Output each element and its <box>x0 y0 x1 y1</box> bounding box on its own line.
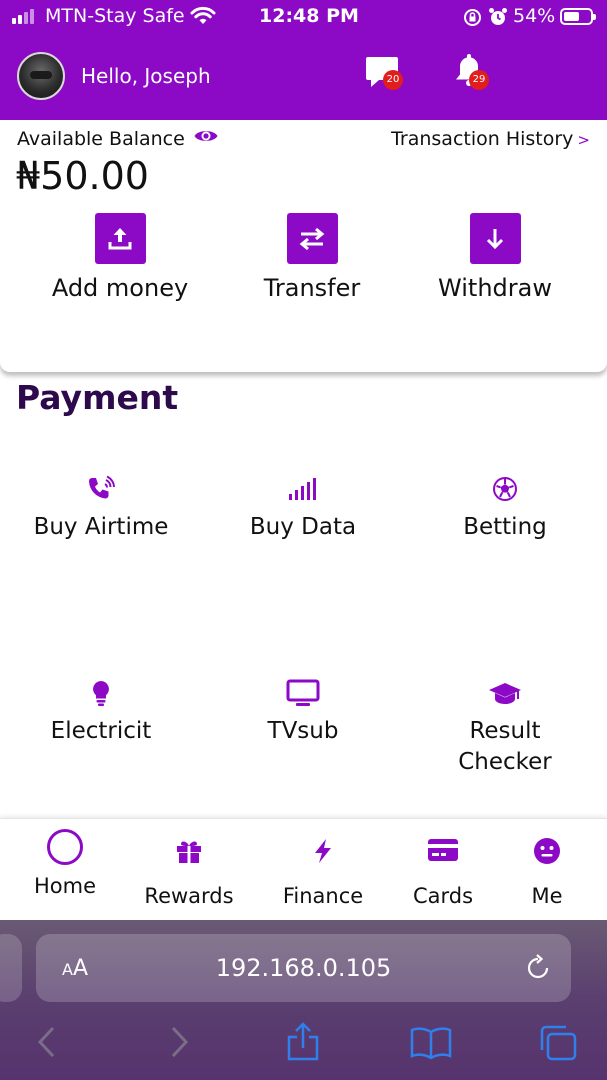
forward-icon[interactable] <box>168 1024 190 1064</box>
home-circle-icon <box>5 829 125 865</box>
betting-label: Betting <box>463 514 547 540</box>
buy-data-tile[interactable]: Buy Data <box>203 474 403 543</box>
balance-label: Available Balance <box>17 128 185 150</box>
greeting-text: Hello, Joseph <box>81 64 211 88</box>
buy-airtime-label: Buy Airtime <box>33 514 169 540</box>
alarm-icon <box>488 7 508 32</box>
buy-airtime-tile[interactable]: Buy Airtime <box>1 474 201 543</box>
transfer-button[interactable]: Transfer <box>222 213 402 302</box>
reload-icon[interactable] <box>525 954 551 986</box>
chevron-right-icon: > <box>577 131 590 149</box>
tv-subscription-label: TVsub <box>267 718 339 744</box>
cellular-signal-icon <box>12 9 34 24</box>
status-bar: MTN-Stay Safe 12:48 PM 54% <box>0 0 607 34</box>
messages-badge: 20 <box>383 70 403 90</box>
eye-icon[interactable] <box>193 126 219 150</box>
withdraw-label: Withdraw <box>438 274 552 302</box>
url-text: 192.168.0.105 <box>215 954 392 982</box>
app-header: MTN-Stay Safe 12:48 PM 54% Hello, Joseph… <box>0 0 607 120</box>
add-money-button[interactable]: Add money <box>30 213 210 302</box>
withdraw-button[interactable]: Withdraw <box>405 213 585 302</box>
lightbulb-icon <box>1 678 201 708</box>
gift-icon <box>129 837 249 865</box>
nav-home[interactable]: Home <box>5 819 125 919</box>
messages-button[interactable]: 20 <box>363 54 405 94</box>
tabs-icon[interactable] <box>538 1024 578 1066</box>
result-checker-tile[interactable]: Result Checker <box>405 678 605 778</box>
rotation-lock-icon <box>463 8 482 32</box>
payment-section-title: Payment <box>16 378 179 417</box>
browser-toolbar: AA 192.168.0.105 <box>0 920 607 1080</box>
signal-bars-icon <box>203 474 403 504</box>
transaction-history-link[interactable]: Transaction History > <box>391 128 590 150</box>
add-money-label: Add money <box>51 274 189 302</box>
wifi-icon <box>190 6 216 31</box>
status-time: 12:48 PM <box>259 5 359 27</box>
balance-card: Available Balance Transaction History > ₦… <box>0 120 607 372</box>
soccer-ball-icon <box>405 474 605 504</box>
phone-ringing-icon <box>1 474 201 504</box>
bottom-navigation: Home Rewards Finance Cards Me <box>0 818 607 920</box>
notifications-badge: 29 <box>469 70 489 90</box>
transaction-history-label: Transaction History <box>391 128 574 150</box>
nav-rewards-label: Rewards <box>144 884 234 908</box>
nav-rewards[interactable]: Rewards <box>129 819 249 919</box>
bolt-icon <box>263 837 383 865</box>
battery-icon <box>560 8 596 25</box>
tv-subscription-tile[interactable]: TVsub <box>203 678 403 747</box>
smiley-icon <box>487 837 607 865</box>
transfer-label: Transfer <box>263 274 361 302</box>
avatar[interactable] <box>17 52 65 100</box>
previous-tab-preview[interactable] <box>0 934 22 1002</box>
nav-me-label: Me <box>531 884 563 908</box>
nav-finance[interactable]: Finance <box>263 819 383 919</box>
share-icon[interactable] <box>285 1022 321 1066</box>
nav-me[interactable]: Me <box>487 819 607 919</box>
transfer-icon <box>286 213 338 264</box>
credit-card-icon <box>383 837 503 863</box>
notifications-button[interactable]: 29 <box>449 54 491 94</box>
buy-data-label: Buy Data <box>249 514 357 540</box>
balance-amount: ₦50.00 <box>16 154 149 198</box>
result-checker-label: Result Checker <box>458 718 552 775</box>
address-bar[interactable]: AA 192.168.0.105 <box>36 934 571 1002</box>
battery-percent: 54% <box>513 5 556 27</box>
nav-finance-label: Finance <box>282 884 364 908</box>
nav-cards-label: Cards <box>412 884 474 908</box>
nav-home-label: Home <box>33 874 96 898</box>
betting-tile[interactable]: Betting <box>405 474 605 543</box>
nav-cards[interactable]: Cards <box>383 819 503 919</box>
back-icon[interactable] <box>36 1024 58 1064</box>
tv-icon <box>203 678 403 708</box>
electricity-label: Electricit <box>50 718 152 744</box>
bookmarks-icon[interactable] <box>410 1026 452 1064</box>
upload-icon <box>94 213 146 264</box>
carrier-name: MTN-Stay Safe <box>45 5 185 27</box>
electricity-tile[interactable]: Electricit <box>1 678 201 747</box>
download-icon <box>469 213 521 264</box>
graduation-cap-icon <box>405 678 605 708</box>
